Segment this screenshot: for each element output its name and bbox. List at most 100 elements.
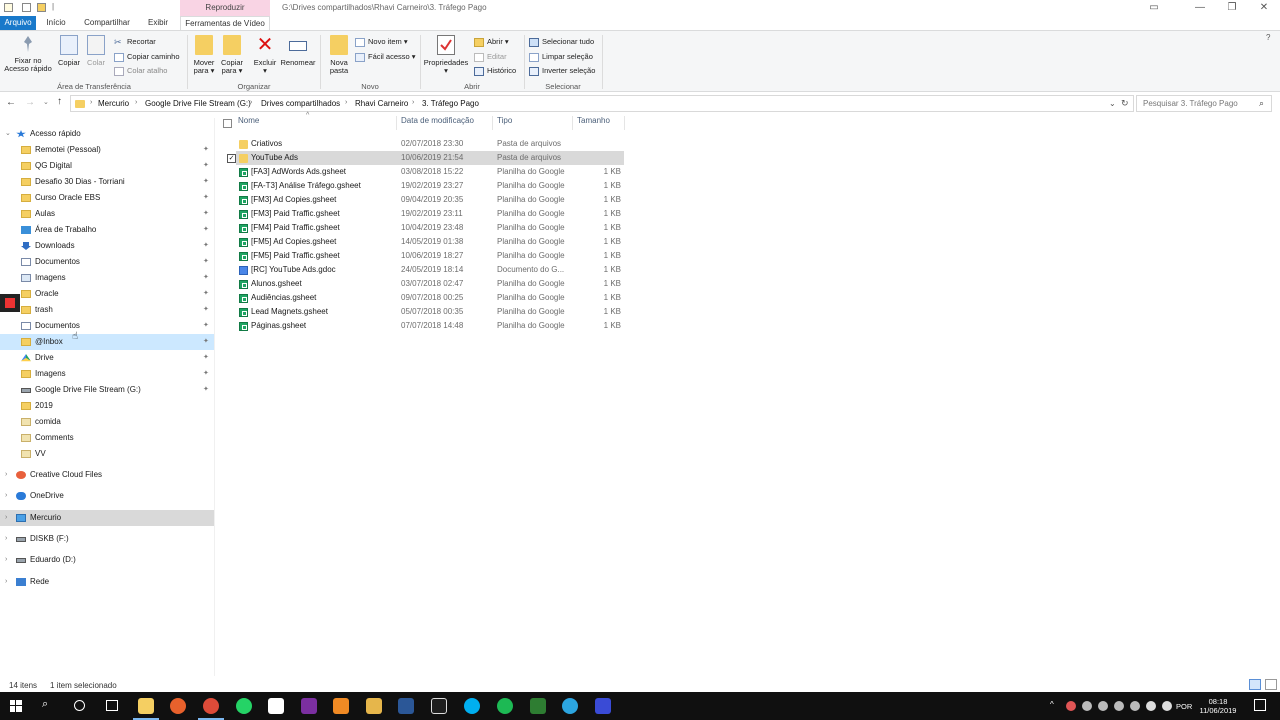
nav-item-pinned[interactable]: Remotei (Pessoal) ✦ xyxy=(0,142,214,158)
new-item-button[interactable]: Novo item ▾ xyxy=(355,36,408,48)
chevron-down-icon[interactable]: ⌄ xyxy=(5,126,11,142)
nav-item-pinned[interactable]: trash ✦ xyxy=(0,302,214,318)
nav-item-pinned[interactable]: Aulas ✦ xyxy=(0,206,214,222)
file-row[interactable]: [FM5] Paid Traffic.gsheet 10/06/2019 18:2… xyxy=(236,249,624,263)
chrome-icon[interactable] xyxy=(198,698,224,720)
nav-item-recent[interactable]: VV xyxy=(0,446,214,462)
floating-record-icon[interactable] xyxy=(0,294,20,312)
properties-qa-icon[interactable] xyxy=(22,3,31,12)
word-icon[interactable] xyxy=(398,698,414,714)
file-row[interactable]: Lead Magnets.gsheet 05/07/2018 00:35 Plani… xyxy=(236,305,624,319)
invert-selection-button[interactable]: Inverter seleção xyxy=(529,65,595,77)
tab-inicio[interactable]: Início xyxy=(38,16,74,30)
pin-icon[interactable]: ✦ xyxy=(203,382,209,398)
nav-root-disk[interactable]: › DISKB (F:) xyxy=(0,531,214,547)
task-view-icon[interactable] xyxy=(106,700,118,711)
nav-quick-access[interactable]: ⌄ Acesso rápido xyxy=(0,126,214,142)
chevron-right-icon[interactable]: › xyxy=(5,467,7,483)
tray-chevron-icon[interactable]: ^ xyxy=(1050,700,1054,709)
notion-icon[interactable] xyxy=(268,698,284,714)
chevron-right-icon[interactable]: › xyxy=(5,488,7,504)
file-row[interactable]: [FM4] Paid Traffic.gsheet 10/04/2019 23:4… xyxy=(236,221,624,235)
tray-icon[interactable] xyxy=(1114,701,1124,711)
file-row[interactable]: [FM3] Paid Traffic.gsheet 19/02/2019 23:1… xyxy=(236,207,624,221)
select-none-button[interactable]: Limpar seleção xyxy=(529,51,593,63)
select-all-checkbox[interactable] xyxy=(223,119,232,128)
open-button[interactable]: Abrir ▾ xyxy=(474,36,509,48)
history-button[interactable]: Histórico xyxy=(474,65,516,77)
search-box[interactable]: Pesquisar 3. Tráfego Pago ⌕ xyxy=(1136,95,1272,112)
nav-item-pinned[interactable]: Desafio 30 Dias - Torriani ✦ xyxy=(0,174,214,190)
start-windows-icon[interactable] xyxy=(10,700,22,712)
pin-icon[interactable]: ✦ xyxy=(203,302,209,318)
nav-item-pinned[interactable]: Imagens ✦ xyxy=(0,270,214,286)
copy-path-button[interactable]: Copiar caminho xyxy=(114,51,180,63)
nav-item-pinned[interactable]: Documentos ✦ xyxy=(0,254,214,270)
ai-app-icon[interactable] xyxy=(431,698,447,714)
tray-icon[interactable] xyxy=(1082,701,1092,711)
tray-icon[interactable] xyxy=(1130,701,1140,711)
pin-icon[interactable]: ✦ xyxy=(203,238,209,254)
select-all-button[interactable]: Selecionar tudo xyxy=(529,36,594,48)
tab-ferramentas-video[interactable]: Ferramentas de Vídeo xyxy=(180,16,270,30)
chevron-right-icon[interactable]: › xyxy=(5,552,7,568)
large-icons-view-icon[interactable] xyxy=(1265,679,1277,690)
address-dropdown-icon[interactable]: ⌄ xyxy=(1109,99,1116,108)
cortana-icon[interactable] xyxy=(74,700,85,711)
pin-icon[interactable]: ✦ xyxy=(203,350,209,366)
paper-plane-app-icon[interactable] xyxy=(595,698,611,714)
volume-icon[interactable] xyxy=(1162,701,1172,711)
restore-button[interactable]: ❐ xyxy=(1216,0,1248,16)
search-taskbar-icon[interactable]: ⌕ xyxy=(42,698,48,711)
file-row[interactable]: [RC] YouTube Ads.gdoc 24/05/2019 18:14 Doc… xyxy=(236,263,624,277)
pin-icon[interactable]: ✦ xyxy=(203,270,209,286)
sublime-icon[interactable] xyxy=(333,698,349,714)
qa-dropdown-icon[interactable]: | xyxy=(52,2,54,11)
telegram-icon[interactable] xyxy=(562,698,578,714)
column-divider[interactable] xyxy=(396,116,397,130)
column-size[interactable]: Tamanho xyxy=(577,116,610,125)
breadcrumb-shared-drives[interactable]: Drives compartilhados xyxy=(261,99,340,108)
nav-item-pinned[interactable]: Google Drive File Stream (G:) ✦ xyxy=(0,382,214,398)
column-type[interactable]: Tipo xyxy=(497,116,512,125)
minimize-button[interactable]: — xyxy=(1184,0,1216,16)
nav-item-pinned[interactable]: Oracle ✦ xyxy=(0,286,214,302)
easy-access-button[interactable]: Fácil acesso ▾ xyxy=(355,51,416,63)
clock[interactable]: 08:18 11/06/2019 xyxy=(1198,697,1238,715)
sheets-app-icon[interactable] xyxy=(530,698,546,714)
nav-item-pinned[interactable]: Imagens ✦ xyxy=(0,366,214,382)
recent-locations-icon[interactable]: ⌄ xyxy=(43,98,49,106)
nav-item-pinned[interactable]: Área de Trabalho ✦ xyxy=(0,222,214,238)
chevron-right-icon[interactable]: › xyxy=(5,531,7,547)
nav-item-pinned[interactable]: Downloads ✦ xyxy=(0,238,214,254)
paste-shortcut-button[interactable]: Colar atalho xyxy=(114,65,167,77)
file-row[interactable]: ✓ YouTube Ads 10/06/2019 21:54 Pasta de arq… xyxy=(227,151,624,165)
nav-item-pinned[interactable]: Documentos ✦ xyxy=(0,318,214,334)
tray-icon[interactable] xyxy=(1066,701,1076,711)
forward-arrow-icon[interactable]: → xyxy=(25,97,35,108)
nav-item-pinned[interactable]: Curso Oracle EBS ✦ xyxy=(0,190,214,206)
tab-arquivo[interactable]: Arquivo xyxy=(0,16,36,30)
notifications-icon[interactable] xyxy=(1254,699,1266,711)
pin-icon[interactable]: ✦ xyxy=(203,142,209,158)
back-arrow-icon[interactable]: ← xyxy=(6,97,16,108)
chevron-right-icon[interactable]: › xyxy=(5,574,7,590)
copy-to-button[interactable]: Copiar para ▾ xyxy=(218,35,246,75)
mail-icon[interactable] xyxy=(366,698,382,714)
file-row[interactable]: [FM5] Ad Copies.gsheet 14/05/2019 01:38 Pl… xyxy=(236,235,624,249)
file-row[interactable]: Páginas.gsheet 07/07/2018 14:48 Planilha d… xyxy=(236,319,624,333)
file-explorer-taskbar-icon[interactable] xyxy=(133,698,159,720)
pin-icon[interactable]: ✦ xyxy=(203,158,209,174)
wifi-icon[interactable] xyxy=(1146,701,1156,711)
nav-root-network[interactable]: › Rede xyxy=(0,574,214,590)
tab-exibir[interactable]: Exibir xyxy=(140,16,176,30)
properties-button[interactable]: Propriedades ▾ xyxy=(422,35,470,75)
paste-button[interactable]: Colar xyxy=(84,35,108,67)
breadcrumb-gdrive[interactable]: Google Drive File Stream (G:) xyxy=(145,99,251,108)
pin-icon[interactable]: ✦ xyxy=(203,206,209,222)
nav-item-recent[interactable]: Comments xyxy=(0,430,214,446)
move-to-button[interactable]: Mover para ▾ xyxy=(190,35,218,75)
language-indicator[interactable]: POR xyxy=(1176,702,1192,711)
pin-icon[interactable]: ✦ xyxy=(203,318,209,334)
nav-root-pc[interactable]: › Mercurio xyxy=(0,509,214,526)
